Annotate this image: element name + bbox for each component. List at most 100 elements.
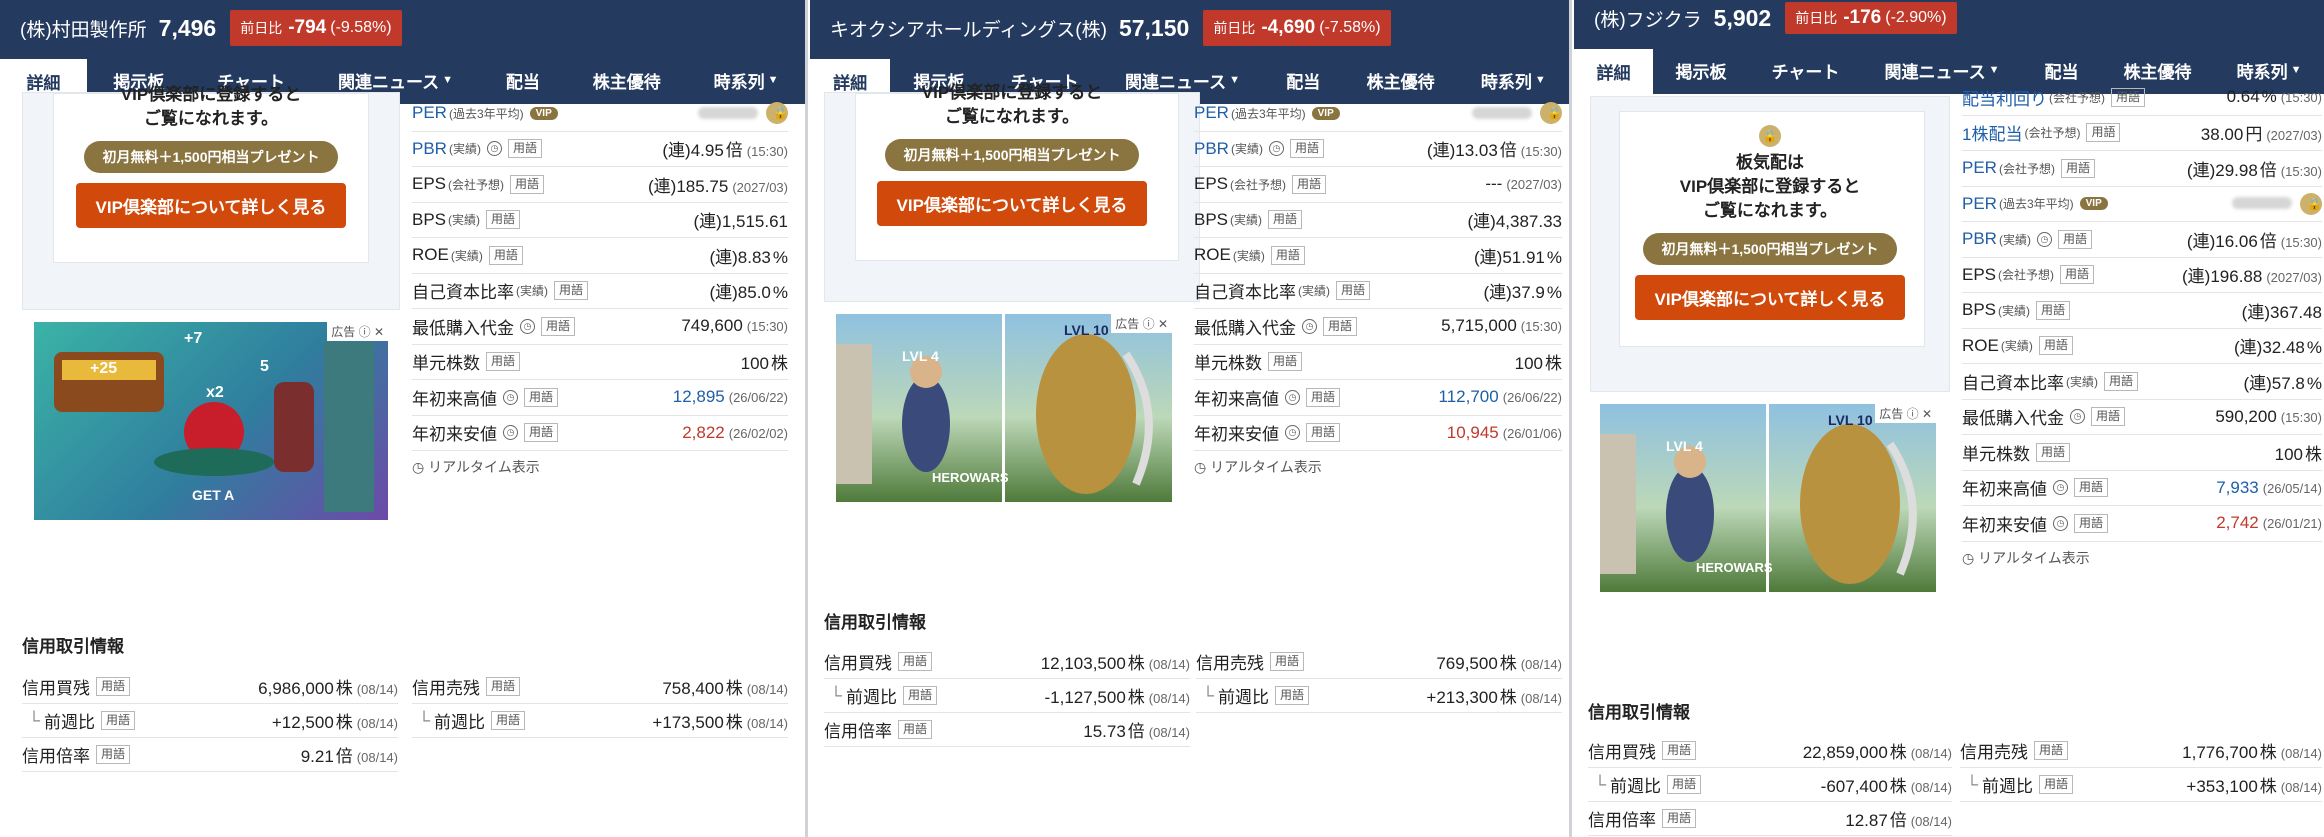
glossary-link[interactable]: 用語: [1662, 809, 1697, 828]
info-icon[interactable]: ⓘ: [359, 325, 371, 339]
clock-icon: ◷: [503, 389, 518, 405]
metric-label[interactable]: PBR: [1962, 229, 1997, 249]
info-icon[interactable]: ⓘ: [1907, 407, 1919, 421]
tab-chart[interactable]: チャート: [1749, 46, 1862, 94]
glossary-link[interactable]: 用語: [2036, 300, 2071, 320]
metric-label[interactable]: PER: [1962, 158, 1997, 178]
glossary-link[interactable]: 用語: [1270, 245, 1305, 265]
tab-detail[interactable]: 詳細: [1574, 46, 1654, 94]
company-name[interactable]: (株)村田製作所: [20, 15, 147, 42]
glossary-link[interactable]: 用語: [2086, 123, 2121, 143]
advertisement[interactable]: LVL 4 LVL 10 HEROWARS 広告 ⓘ ✕: [1600, 404, 1936, 592]
glossary-link[interactable]: 用語: [1268, 352, 1303, 372]
advertisement[interactable]: +7 +25 x2 5 GET A 広告 ⓘ ✕: [34, 322, 388, 520]
margin-value-group: +12,500 株 (08/14): [272, 708, 398, 733]
glossary-link[interactable]: 用語: [491, 711, 526, 730]
close-icon[interactable]: ✕: [374, 325, 384, 339]
glossary-link[interactable]: 用語: [524, 423, 559, 443]
realtime-link[interactable]: ◷ リアルタイム表示: [412, 457, 788, 477]
glossary-link[interactable]: 用語: [96, 745, 131, 764]
glossary-link[interactable]: 用語: [1336, 281, 1371, 301]
metric-row: ROE (実績) 用語 (連)8.83%: [412, 238, 788, 274]
glossary-link[interactable]: 用語: [554, 281, 589, 301]
glossary-link[interactable]: 用語: [2091, 407, 2126, 427]
glossary-link[interactable]: 用語: [96, 677, 131, 696]
glossary-link[interactable]: 用語: [2060, 265, 2095, 285]
metric-label: 自己資本比率: [1194, 283, 1296, 303]
vip-info-button[interactable]: VIP倶楽部について詳しく見る: [1634, 275, 1906, 320]
glossary-link[interactable]: 用語: [898, 652, 933, 671]
realtime-link[interactable]: ◷ リアルタイム表示: [1962, 548, 2322, 568]
metric-label[interactable]: 配当利回り: [1962, 85, 2047, 110]
margin-section-title: 信用取引情報: [824, 613, 926, 632]
consolidated-prefix: (連): [2234, 338, 2263, 358]
tab-board[interactable]: 掲示板: [1653, 46, 1749, 94]
glossary-link[interactable]: 用語: [486, 352, 521, 372]
glossary-link[interactable]: 用語: [2060, 158, 2095, 178]
glossary-link[interactable]: 用語: [541, 316, 576, 336]
metric-row: 自己資本比率 (実績) 用語 (連)85.0%: [412, 274, 788, 309]
ad-label[interactable]: 広告 ⓘ ✕: [1111, 314, 1172, 333]
margin-value-group: 9.21 倍 (08/14): [301, 742, 398, 767]
lock-icon: 🔒: [2300, 192, 2322, 215]
glossary-link[interactable]: 用語: [2036, 442, 2071, 462]
glossary-link[interactable]: 用語: [1275, 686, 1310, 705]
margin-value-group: +213,300 株 (08/14): [1426, 683, 1562, 708]
ad-label[interactable]: 広告 ⓘ ✕: [1875, 404, 1936, 423]
glossary-link[interactable]: 用語: [2039, 775, 2074, 794]
metric-label[interactable]: 1株配当: [1962, 120, 2022, 145]
info-icon[interactable]: ⓘ: [1143, 317, 1155, 331]
metric-sublabel: (実績): [1998, 303, 2031, 318]
glossary-link[interactable]: 用語: [903, 686, 938, 705]
close-icon[interactable]: ✕: [1922, 407, 1932, 421]
metric-label[interactable]: PER: [1194, 103, 1229, 123]
glossary-link[interactable]: 用語: [486, 210, 521, 230]
company-name[interactable]: キオクシアホールディングス(株): [830, 15, 1107, 42]
consolidated-prefix: (連): [1467, 212, 1496, 232]
advertisement[interactable]: LVL 4 LVL 10 HEROWARS 広告 ⓘ ✕: [836, 314, 1172, 502]
glossary-link[interactable]: 用語: [2057, 229, 2092, 249]
metric-label[interactable]: PBR: [1194, 139, 1229, 159]
glossary-link[interactable]: 用語: [524, 387, 559, 407]
ad-label[interactable]: 広告 ⓘ ✕: [327, 322, 388, 341]
ad-text: GET A: [192, 487, 235, 503]
glossary-link[interactable]: 用語: [1323, 316, 1358, 336]
glossary-link[interactable]: 用語: [2034, 741, 2069, 760]
glossary-link[interactable]: 用語: [1270, 652, 1305, 671]
consolidated-prefix: (連): [709, 247, 738, 267]
glossary-link[interactable]: 用語: [1667, 775, 1702, 794]
glossary-link[interactable]: 用語: [2038, 336, 2073, 356]
glossary-link[interactable]: 用語: [1662, 741, 1697, 760]
glossary-link[interactable]: 用語: [1292, 174, 1327, 194]
metric-label[interactable]: PER: [412, 103, 447, 123]
metrics-table: PER (過去3年平均) VIP 🔒 PBR (実績) ◷ 用語 (連)13.03 倍 (15:30…: [1194, 96, 1562, 477]
metric-row: PER (過去3年平均) VIP 🔒: [412, 96, 788, 132]
close-icon[interactable]: ✕: [1158, 317, 1168, 331]
glossary-link[interactable]: 用語: [1306, 387, 1341, 407]
glossary-link[interactable]: 用語: [2074, 513, 2109, 533]
margin-unit: 倍: [335, 747, 353, 766]
glossary-link[interactable]: 用語: [1268, 210, 1303, 230]
vip-info-button[interactable]: VIP倶楽部について詳しく見る: [75, 183, 347, 228]
glossary-link[interactable]: 用語: [488, 245, 523, 265]
company-name[interactable]: (株)フジクラ: [1594, 5, 1702, 32]
margin-value-group: 12.87 倍 (08/14): [1845, 806, 1952, 831]
metric-label[interactable]: PER: [1962, 194, 1997, 214]
glossary-link[interactable]: 用語: [2104, 371, 2139, 391]
realtime-link[interactable]: ◷ リアルタイム表示: [1194, 457, 1562, 477]
glossary-link[interactable]: 用語: [2111, 87, 2146, 107]
glossary-link[interactable]: 用語: [507, 139, 542, 159]
glossary-link[interactable]: 用語: [1289, 139, 1324, 159]
glossary-link[interactable]: 用語: [101, 711, 136, 730]
margin-value: +213,300: [1426, 688, 1498, 707]
metric-label: 単元株数: [1194, 354, 1262, 374]
glossary-link[interactable]: 用語: [2074, 478, 2109, 498]
vip-info-button[interactable]: VIP倶楽部について詳しく見る: [876, 181, 1148, 226]
glossary-link[interactable]: 用語: [510, 174, 545, 194]
glossary-link[interactable]: 用語: [1306, 423, 1341, 443]
glossary-link[interactable]: 用語: [898, 720, 933, 739]
metric-label: ROE: [1962, 335, 1999, 355]
glossary-link[interactable]: 用語: [486, 677, 521, 696]
metric-label[interactable]: PBR: [412, 139, 447, 159]
metric-row: 年初来高値 ◷ 用語 7,933 (26/05/14): [1962, 471, 2322, 506]
